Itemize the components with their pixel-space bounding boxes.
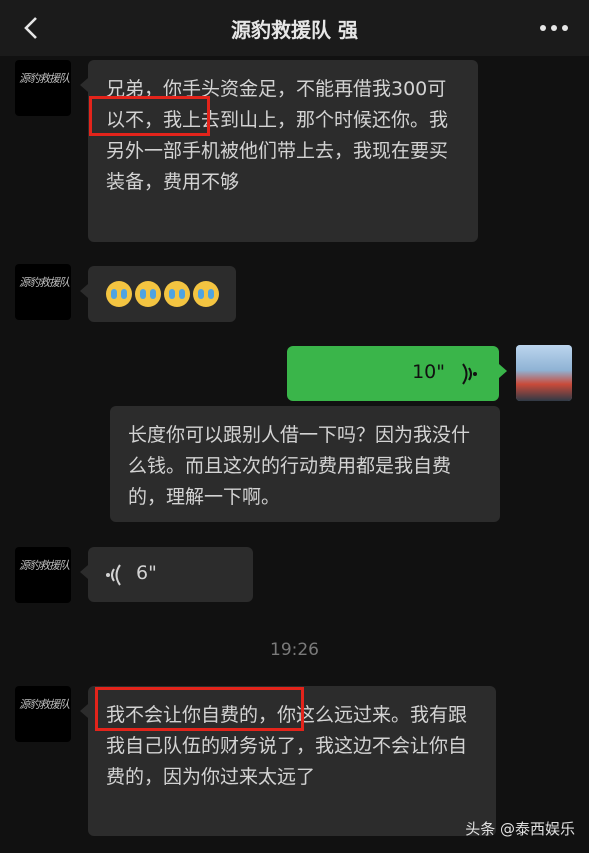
transcription-text: 长度你可以跟别人借一下吗？因为我没什么钱。而且这次的行动费用都是我自费的，理解一… — [128, 424, 471, 508]
incoming-message-bubble[interactable]: 我不会让你自费的，你这么远过来。我有跟我自己队伍的财务说了，我这边不会让你自费的… — [80, 686, 496, 836]
my-avatar[interactable] — [516, 345, 572, 401]
incoming-voice-message[interactable]: 6" — [80, 547, 253, 602]
chat-header: 源豹救援队 强 — [0, 0, 589, 56]
crying-face-icon — [135, 281, 161, 307]
avatar-logo-text: 源豹救援队 — [19, 72, 70, 85]
chat-title: 源豹救援队 强 — [231, 18, 358, 42]
crying-face-icon — [106, 281, 132, 307]
voice-wave-icon — [462, 363, 477, 385]
message-text: 兄弟，你手头资金足，不能再借我300可以不，我上去到山上，那个时候还你。我另外一… — [106, 78, 449, 193]
profile-photo — [516, 345, 572, 401]
contact-avatar[interactable]: 源豹救援队 — [15, 264, 71, 320]
contact-avatar[interactable]: 源豹救援队 — [15, 547, 71, 603]
incoming-message-bubble[interactable]: 兄弟，你手头资金足，不能再借我300可以不，我上去到山上，那个时候还你。我另外一… — [80, 60, 478, 242]
incoming-emoji-bubble[interactable] — [80, 266, 236, 322]
message-text: 我不会让你自费的，你这么远过来。我有跟我自己队伍的财务说了，我这边不会让你自费的… — [106, 704, 468, 788]
outgoing-voice-message[interactable]: 10" — [287, 346, 507, 401]
more-options-icon[interactable] — [537, 16, 571, 40]
avatar-logo-text: 源豹救援队 — [19, 276, 70, 289]
voice-transcription-bubble[interactable]: 长度你可以跟别人借一下吗？因为我没什么钱。而且这次的行动费用都是我自费的，理解一… — [110, 406, 500, 522]
voice-duration: 6" — [136, 562, 157, 584]
avatar-logo-text: 源豹救援队 — [19, 698, 70, 711]
avatar-logo-text: 源豹救援队 — [19, 559, 70, 572]
contact-avatar[interactable]: 源豹救援队 — [15, 60, 71, 116]
voice-duration: 10" — [412, 361, 445, 383]
contact-avatar[interactable]: 源豹救援队 — [15, 686, 71, 742]
voice-wave-icon — [106, 564, 121, 586]
crying-face-icon — [164, 281, 190, 307]
crying-face-emojis — [106, 281, 222, 307]
chat-timestamp: 19:26 — [270, 640, 319, 660]
watermark: 头条 @泰西娱乐 — [465, 820, 575, 838]
crying-face-icon — [193, 281, 219, 307]
